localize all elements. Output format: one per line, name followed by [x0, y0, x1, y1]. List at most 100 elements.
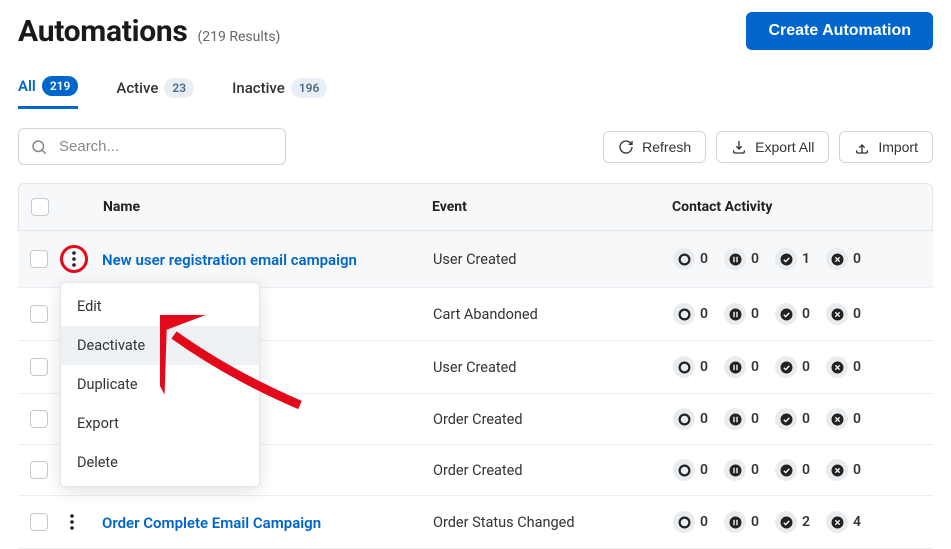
error-icon	[826, 356, 848, 378]
row-checkbox[interactable]	[30, 410, 48, 428]
tab-active[interactable]: Active 23	[116, 70, 194, 109]
stat-running: 0	[673, 511, 708, 533]
stat-done: 1	[775, 248, 810, 270]
import-button[interactable]: Import	[839, 131, 933, 163]
stat-running-value: 0	[700, 411, 708, 427]
tab-all[interactable]: All 219	[18, 70, 78, 109]
running-icon	[673, 408, 695, 430]
stat-running-value: 0	[700, 306, 708, 322]
paused-icon	[724, 408, 746, 430]
stat-paused: 0	[724, 511, 759, 533]
row-checkbox[interactable]	[30, 358, 48, 376]
stat-error: 4	[826, 511, 861, 533]
row-checkbox[interactable]	[30, 461, 48, 479]
table-header: Name Event Contact Activity	[18, 183, 933, 231]
stat-done-value: 0	[802, 359, 810, 375]
event-cell: Order Created	[433, 462, 673, 479]
search-input[interactable]	[18, 128, 286, 165]
done-icon	[775, 248, 797, 270]
row-menu-button[interactable]	[60, 510, 84, 534]
event-cell: Cart Abandoned	[433, 306, 673, 323]
error-icon	[826, 303, 848, 325]
stat-error-value: 0	[853, 251, 861, 267]
done-icon	[775, 408, 797, 430]
automation-name-link[interactable]: New user registration email campaign	[102, 251, 357, 269]
stat-done: 0	[775, 303, 810, 325]
stat-paused-value: 0	[751, 411, 759, 427]
paused-icon	[724, 356, 746, 378]
stat-done: 2	[775, 511, 810, 533]
menu-item-duplicate[interactable]: Duplicate	[61, 365, 259, 404]
stat-error: 0	[826, 356, 861, 378]
stat-done: 0	[775, 459, 810, 481]
tab-all-label: All	[18, 77, 36, 95]
row-checkbox[interactable]	[30, 305, 48, 323]
tab-inactive-count: 196	[291, 78, 328, 98]
error-icon	[826, 248, 848, 270]
running-icon	[673, 459, 695, 481]
activity-cell: 0000	[673, 356, 933, 378]
paused-icon	[724, 303, 746, 325]
stat-paused: 0	[724, 356, 759, 378]
stat-paused: 0	[724, 459, 759, 481]
stat-done-value: 1	[802, 251, 810, 267]
stat-running-value: 0	[700, 514, 708, 530]
stat-error-value: 0	[853, 411, 861, 427]
menu-item-edit[interactable]: Edit	[61, 287, 259, 326]
stat-paused-value: 0	[751, 462, 759, 478]
stat-paused-value: 0	[751, 251, 759, 267]
refresh-button[interactable]: Refresh	[603, 131, 706, 163]
col-event: Event	[432, 199, 672, 215]
col-name: Name	[103, 199, 432, 215]
stat-error-value: 0	[853, 359, 861, 375]
automation-name-link[interactable]: Order Complete Email Campaign	[102, 514, 321, 532]
stat-done: 0	[775, 356, 810, 378]
running-icon	[673, 356, 695, 378]
select-all-checkbox[interactable]	[31, 198, 49, 216]
stat-done: 0	[775, 408, 810, 430]
row-checkbox[interactable]	[30, 250, 48, 268]
paused-icon	[724, 459, 746, 481]
stat-error-value: 0	[853, 306, 861, 322]
table-row: New user registration email campaign User…	[18, 231, 933, 288]
stat-error-value: 0	[853, 462, 861, 478]
refresh-label: Refresh	[642, 139, 691, 155]
import-icon	[854, 139, 870, 155]
stat-paused: 0	[724, 408, 759, 430]
row-menu-button[interactable]	[60, 245, 88, 273]
running-icon	[673, 248, 695, 270]
stat-running: 0	[673, 459, 708, 481]
event-cell: User Created	[433, 359, 673, 376]
export-icon	[731, 139, 747, 155]
event-cell: Order Status Changed	[433, 514, 673, 531]
export-all-button[interactable]: Export All	[716, 131, 829, 163]
stat-running: 0	[673, 248, 708, 270]
create-automation-button[interactable]: Create Automation	[746, 12, 933, 50]
activity-cell: 0000	[673, 303, 933, 325]
error-icon	[826, 408, 848, 430]
event-cell: User Created	[433, 251, 673, 268]
stat-done-value: 0	[802, 411, 810, 427]
tab-inactive-label: Inactive	[232, 79, 285, 97]
menu-item-delete[interactable]: Delete	[61, 443, 259, 482]
menu-item-deactivate[interactable]: Deactivate	[61, 326, 259, 365]
tabs: All 219 Active 23 Inactive 196	[18, 70, 933, 110]
col-activity: Contact Activity	[672, 199, 932, 215]
row-checkbox[interactable]	[30, 513, 48, 531]
tab-inactive[interactable]: Inactive 196	[232, 70, 327, 109]
table-row: Order Complete Email Campaign Order Statu…	[18, 496, 933, 549]
menu-item-export[interactable]: Export	[61, 404, 259, 443]
stat-running: 0	[673, 303, 708, 325]
stat-paused: 0	[724, 248, 759, 270]
activity-cell: 0 0 0 0	[673, 408, 933, 430]
row-actions-menu: EditDeactivateDuplicateExportDelete	[60, 282, 260, 487]
stat-running-value: 0	[700, 251, 708, 267]
stat-error: 0	[826, 248, 861, 270]
done-icon	[775, 511, 797, 533]
stat-running-value: 0	[700, 359, 708, 375]
stat-done-value: 0	[802, 306, 810, 322]
import-label: Import	[878, 139, 918, 155]
page-title: Automations	[18, 14, 187, 49]
paused-icon	[724, 511, 746, 533]
event-cell: Order Created	[433, 411, 673, 428]
